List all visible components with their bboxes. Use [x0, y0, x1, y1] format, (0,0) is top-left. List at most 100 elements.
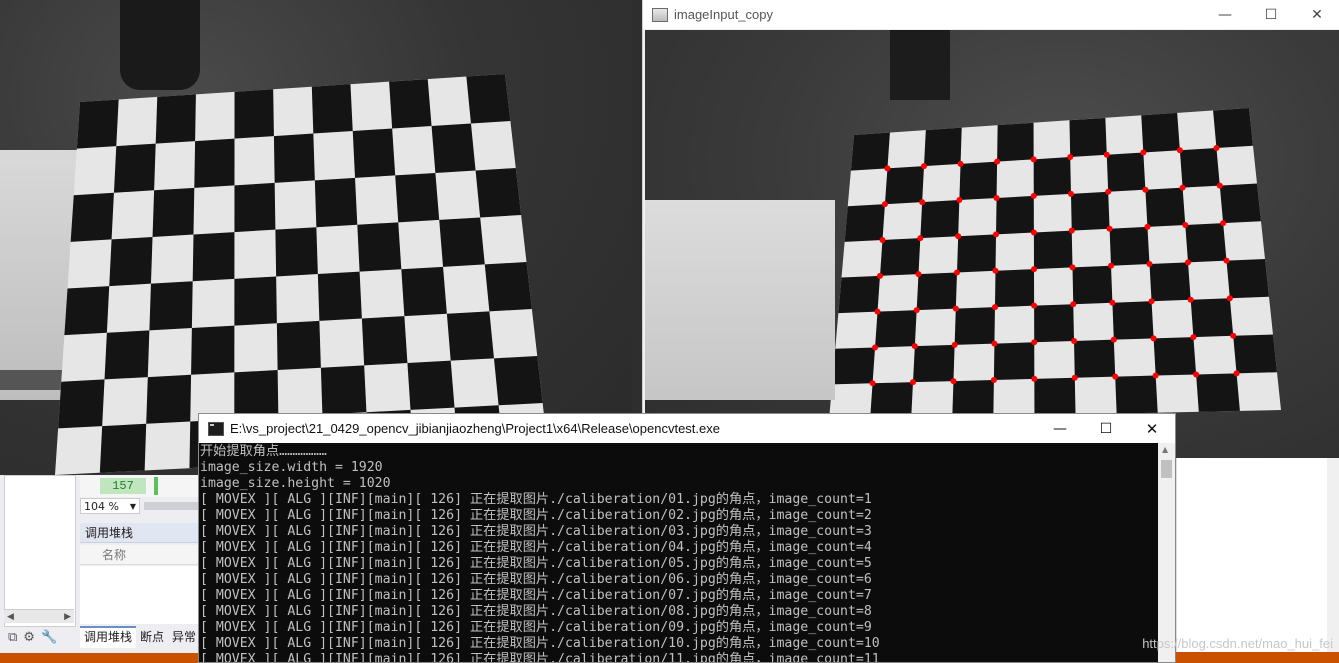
call-stack-list — [80, 566, 200, 624]
console-window[interactable]: E:\vs_project\21_0429_opencv_jibianjiaoz… — [198, 413, 1176, 663]
console-titlebar[interactable]: E:\vs_project\21_0429_opencv_jibianjiaoz… — [199, 414, 1175, 443]
tab-call-stack[interactable]: 调用堆栈 — [80, 626, 137, 648]
detected-corner — [991, 340, 998, 347]
detected-corner — [1216, 182, 1223, 189]
chessboard-left — [0, 0, 632, 475]
detected-corner — [1071, 337, 1078, 344]
board-square — [389, 79, 432, 129]
camera-image-left — [0, 0, 632, 475]
board-square — [109, 236, 153, 287]
board-square — [113, 143, 156, 193]
console-line: [ MOVEX ][ ALG ][INF][main][ 126] 正在提取图片… — [200, 556, 872, 571]
background-window-area — [1160, 458, 1339, 652]
board-square — [1213, 108, 1253, 149]
editor-scrollbar[interactable] — [144, 502, 200, 510]
board-square — [957, 234, 997, 273]
detected-corner — [910, 379, 917, 386]
status-bar — [0, 653, 200, 663]
console-output: 开始提取角点……………… image_size.width = 1920 image… — [199, 443, 1158, 662]
opencv-titlebar[interactable]: imageInput_copy — ☐ ✕ — [643, 0, 1339, 29]
detected-corner — [1140, 149, 1147, 156]
board-square — [76, 99, 119, 149]
board-square — [234, 182, 276, 233]
board-square — [317, 271, 362, 321]
background-object — [890, 30, 950, 100]
tab-breakpoints[interactable]: 断点 — [136, 626, 168, 648]
scroll-right-icon[interactable]: ▶ — [64, 612, 71, 622]
board-square — [959, 161, 998, 201]
detected-corner — [1146, 261, 1153, 268]
corner-detection-image — [645, 30, 1339, 458]
name-column-header[interactable]: 名称 — [80, 545, 200, 565]
board-square — [923, 127, 962, 167]
diagram-icon[interactable]: ⧉ — [8, 630, 17, 645]
scrollbar-thumb[interactable] — [1161, 460, 1172, 478]
detected-corner — [913, 307, 920, 314]
detected-corner — [993, 231, 1000, 238]
detected-corner — [1213, 145, 1220, 152]
minimize-button[interactable]: — — [1202, 0, 1248, 29]
detected-corner — [1071, 374, 1078, 381]
board-square — [361, 316, 408, 366]
detected-corner — [1187, 296, 1194, 303]
board-square — [234, 276, 277, 326]
board-square — [1149, 262, 1191, 302]
board-square — [1070, 191, 1110, 231]
detected-corner — [957, 160, 964, 167]
detected-corner — [1068, 227, 1075, 234]
maximize-button[interactable]: ☐ — [1248, 0, 1294, 29]
detected-corner — [1179, 184, 1186, 191]
board-square — [104, 330, 150, 380]
zoom-select[interactable]: 104 % ▼ — [80, 498, 140, 514]
detected-corner — [1070, 301, 1077, 308]
maximize-button[interactable]: ☐ — [1083, 414, 1129, 443]
scroll-left-icon[interactable]: ◀ — [7, 612, 14, 622]
detected-corner — [917, 235, 924, 242]
wrench-icon[interactable]: 🔧 — [41, 630, 57, 645]
scroll-up-icon[interactable]: ▲ — [1162, 445, 1168, 454]
opencv-window[interactable]: imageInput_copy — ☐ ✕ — [642, 0, 1339, 458]
detected-corner — [1148, 298, 1155, 305]
horizontal-scrollbar[interactable]: ◀ ▶ — [4, 609, 74, 623]
board-square — [1072, 265, 1113, 305]
detected-corner — [952, 305, 959, 312]
board-square — [1033, 230, 1073, 270]
board-square — [880, 238, 921, 276]
bottom-tabs: 调用堆栈 断点 异常 — [80, 626, 200, 648]
board-square — [1153, 337, 1197, 376]
detected-corner — [993, 194, 1000, 201]
board-square — [1034, 304, 1075, 343]
board-square — [149, 281, 193, 331]
board-square — [275, 227, 318, 277]
board-square — [993, 342, 1035, 380]
close-button[interactable]: ✕ — [1294, 0, 1339, 29]
board-square — [1106, 152, 1146, 192]
console-line: [ MOVEX ][ ALG ][INF][main][ 126] 正在提取图片… — [200, 620, 872, 635]
background-panel — [1176, 458, 1327, 652]
detected-corner — [1067, 154, 1074, 161]
detected-corner — [991, 304, 998, 311]
ide-background: ◀ ▶ 157 104 % ▼ 调用堆栈 名称 ⧉ ⚙ 🔧 调用堆栈 断点 异常 — [0, 475, 200, 663]
board-square — [192, 232, 235, 282]
settings-icon[interactable]: ⚙ — [23, 630, 35, 645]
board-square — [952, 379, 994, 418]
board-square — [954, 307, 995, 345]
console-scrollbar[interactable]: ▲ — [1158, 443, 1175, 662]
detected-corner — [1067, 190, 1074, 197]
board-square — [466, 74, 511, 124]
board-square — [1109, 226, 1150, 266]
console-line: [ MOVEX ][ ALG ][INF][main][ 126] 正在提取图片… — [200, 540, 872, 555]
tab-exceptions[interactable]: 异常 — [168, 626, 200, 648]
chevron-down-icon[interactable]: ▼ — [130, 502, 136, 511]
console-line: [ MOVEX ][ ALG ][INF][main][ 126] 正在提取图片… — [200, 652, 880, 662]
detected-corner — [994, 158, 1001, 165]
detected-corner — [954, 269, 960, 276]
console-line: [ MOVEX ][ ALG ][INF][main][ 126] 正在提取图片… — [200, 524, 872, 539]
board-square — [916, 272, 957, 311]
solution-explorer-panel[interactable] — [4, 475, 76, 627]
board-square — [194, 138, 235, 188]
close-button[interactable]: ✕ — [1129, 414, 1175, 443]
minimize-button[interactable]: — — [1037, 414, 1083, 443]
board-square — [913, 344, 955, 383]
detected-corner — [1144, 223, 1151, 230]
